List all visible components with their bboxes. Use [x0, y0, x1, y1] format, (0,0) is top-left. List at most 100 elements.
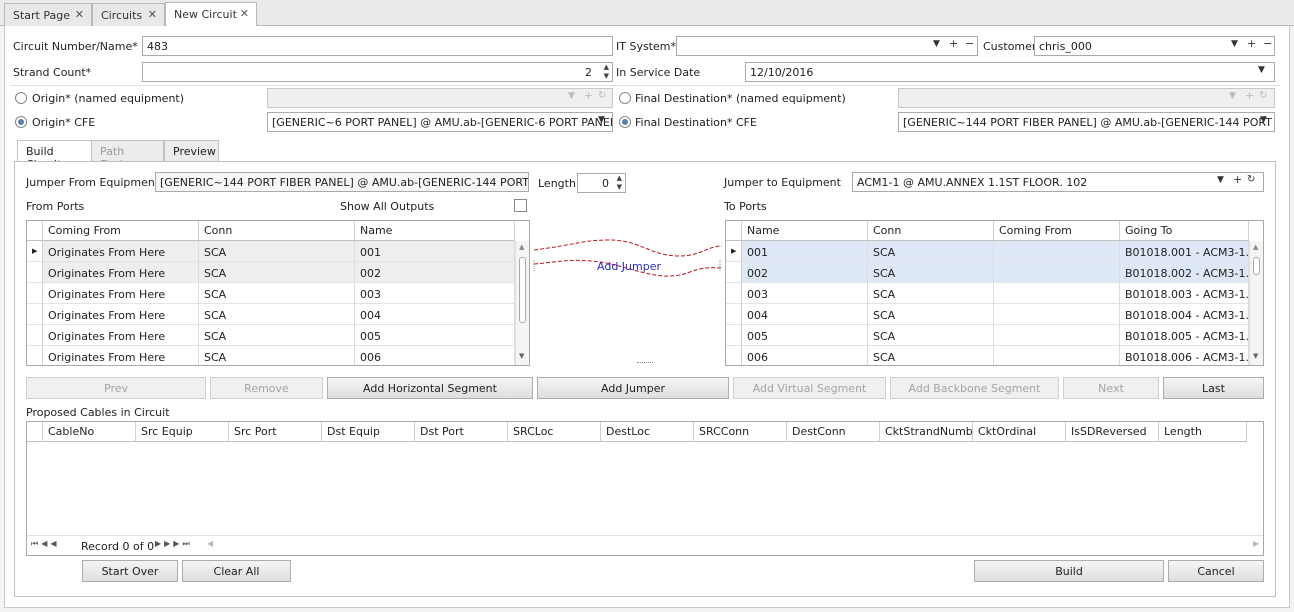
tab-start-page[interactable]: Start Page ✕	[4, 3, 92, 26]
customer-select[interactable]: chris_000 ▼ + −	[1034, 36, 1275, 56]
dropdown-arrow-icon[interactable]: ▼	[1258, 65, 1265, 75]
scroll-left-icon[interactable]: ◀	[207, 539, 213, 548]
col-name[interactable]: Name	[742, 221, 868, 241]
nav-next-last-icon[interactable]: ▶▶▶⏭	[155, 539, 193, 549]
table-cell[interactable]: 001	[742, 241, 868, 262]
column-header[interactable]: Length	[1159, 422, 1247, 442]
row-indicator[interactable]	[27, 304, 43, 325]
clear-all-button[interactable]: Clear All	[182, 560, 291, 582]
row-indicator[interactable]: ▶	[27, 241, 43, 262]
table-cell[interactable]: 004	[355, 304, 515, 325]
table-cell[interactable]: 002	[742, 262, 868, 283]
scroll-thumb[interactable]	[519, 257, 526, 323]
table-cell[interactable]: B01018.002 - ACM3-1...	[1120, 262, 1249, 283]
table-cell[interactable]: 001	[355, 241, 515, 262]
scroll-up-icon[interactable]: ▲	[519, 243, 524, 251]
close-icon[interactable]: ✕	[240, 7, 249, 20]
row-indicator[interactable]	[27, 262, 43, 283]
strand-count-stepper[interactable]: 2 ▲ ▼	[142, 62, 613, 82]
show-all-outputs-checkbox[interactable]	[514, 199, 527, 212]
column-header[interactable]: DestLoc	[601, 422, 694, 442]
refresh-icon[interactable]: ↻	[1247, 174, 1255, 185]
column-header[interactable]: CableNo	[43, 422, 136, 442]
table-cell[interactable]: 005	[742, 325, 868, 346]
dropdown-arrow-icon[interactable]: ▼	[1260, 115, 1267, 125]
add-virtual-segment-button[interactable]: Add Virtual Segment	[733, 377, 886, 399]
table-cell[interactable]: Originates From Here	[43, 241, 199, 262]
start-over-button[interactable]: Start Over	[82, 560, 178, 582]
table-cell[interactable]	[994, 346, 1120, 365]
add-icon[interactable]: +	[949, 37, 958, 50]
origin-named-select[interactable]: ▼ + ↻	[267, 88, 613, 108]
column-header[interactable]: DestConn	[787, 422, 880, 442]
length-stepper[interactable]: 0 ▲ ▼	[577, 173, 626, 193]
build-button[interactable]: Build	[974, 560, 1164, 582]
add-backbone-segment-button[interactable]: Add Backbone Segment	[890, 377, 1059, 399]
tab-preview[interactable]: Preview	[164, 140, 219, 162]
origin-cfe-select[interactable]: [GENERIC~6 PORT PANEL] @ AMU.ab-[GENERIC…	[267, 112, 613, 132]
nav-first-prev-icon[interactable]: ⏮◀◀	[31, 539, 60, 549]
table-cell[interactable]	[994, 283, 1120, 304]
table-cell[interactable]: 003	[355, 283, 515, 304]
row-indicator[interactable]	[726, 262, 742, 283]
column-header[interactable]: IsSDReversed	[1066, 422, 1159, 442]
table-cell[interactable]	[994, 241, 1120, 262]
table-cell[interactable]: SCA	[868, 346, 994, 365]
add-horizontal-segment-button[interactable]: Add Horizontal Segment	[327, 377, 533, 399]
next-button[interactable]: Next	[1063, 377, 1159, 399]
remove-icon[interactable]: −	[1263, 37, 1272, 50]
table-cell[interactable]: SCA	[868, 304, 994, 325]
table-cell[interactable]: SCA	[868, 241, 994, 262]
tab-circuits[interactable]: Circuits ✕	[92, 3, 165, 26]
table-cell[interactable]: 003	[742, 283, 868, 304]
table-cell[interactable]: SCA	[199, 262, 355, 283]
dropdown-arrow-icon[interactable]: ▼	[1217, 175, 1224, 185]
table-cell[interactable]	[994, 304, 1120, 325]
dest-cfe-radio[interactable]	[619, 116, 631, 128]
table-cell[interactable]: Originates From Here	[43, 304, 199, 325]
row-indicator[interactable]	[726, 346, 742, 365]
table-cell[interactable]: 005	[355, 325, 515, 346]
spin-arrows-icon[interactable]: ▲ ▼	[617, 174, 622, 192]
scroll-right-icon[interactable]: ▶	[1253, 539, 1259, 548]
add-jumper-button[interactable]: Add Jumper	[537, 377, 729, 399]
row-indicator[interactable]	[726, 325, 742, 346]
table-cell[interactable]: 006	[742, 346, 868, 365]
table-cell[interactable]: 006	[355, 346, 515, 365]
table-cell[interactable]: SCA	[199, 241, 355, 262]
dest-named-select[interactable]: ▼ + ↻	[898, 88, 1275, 108]
circuit-number-input[interactable]: 483	[142, 36, 613, 56]
col-conn[interactable]: Conn	[199, 221, 355, 241]
table-cell[interactable]: B01018.003 - ACM3-1...	[1120, 283, 1249, 304]
remove-icon[interactable]: −	[965, 37, 974, 50]
add-icon[interactable]: +	[1247, 37, 1256, 50]
table-cell[interactable]: SCA	[199, 283, 355, 304]
column-header[interactable]: SRCConn	[694, 422, 787, 442]
cancel-button[interactable]: Cancel	[1168, 560, 1264, 582]
it-system-select[interactable]: ▼ + −	[676, 36, 978, 56]
origin-named-radio[interactable]	[15, 92, 27, 104]
table-cell[interactable]: B01018.004 - ACM3-1...	[1120, 304, 1249, 325]
table-cell[interactable]: B01018.006 - ACM3-1...	[1120, 346, 1249, 365]
column-header[interactable]: Dst Port	[415, 422, 508, 442]
dest-named-radio[interactable]	[619, 92, 631, 104]
vertical-scrollbar[interactable]: ▲ ▼	[1249, 241, 1263, 365]
vertical-scrollbar[interactable]: ▲ ▼	[515, 241, 529, 365]
tab-new-circuit[interactable]: New Circuit ✕	[165, 2, 257, 26]
column-header[interactable]: Dst Equip	[322, 422, 415, 442]
add-jumper-link[interactable]: Add Jumper	[597, 260, 661, 273]
table-cell[interactable]: B01018.001 - ACM3-1...	[1120, 241, 1249, 262]
dest-cfe-select[interactable]: [GENERIC~144 PORT FIBER PANEL] @ AMU.ab-…	[898, 112, 1275, 132]
column-header[interactable]: CktStrandNumber	[880, 422, 973, 442]
table-cell[interactable]: Originates From Here	[43, 346, 199, 365]
add-icon[interactable]: +	[1233, 173, 1242, 186]
jumper-to-equipment-select[interactable]: ACM1-1 @ AMU.ANNEX 1.1ST FLOOR. 102 ▼ + …	[852, 172, 1264, 192]
scroll-up-icon[interactable]: ▲	[1253, 243, 1258, 251]
tab-build-circuit[interactable]: Build Circuit	[17, 140, 92, 171]
row-indicator[interactable]	[27, 283, 43, 304]
table-cell[interactable]: 002	[355, 262, 515, 283]
column-header[interactable]: CktOrdinal	[973, 422, 1066, 442]
table-cell[interactable]: Originates From Here	[43, 283, 199, 304]
in-service-date-picker[interactable]: 12/10/2016 ▼	[745, 62, 1275, 82]
last-button[interactable]: Last	[1163, 377, 1264, 399]
